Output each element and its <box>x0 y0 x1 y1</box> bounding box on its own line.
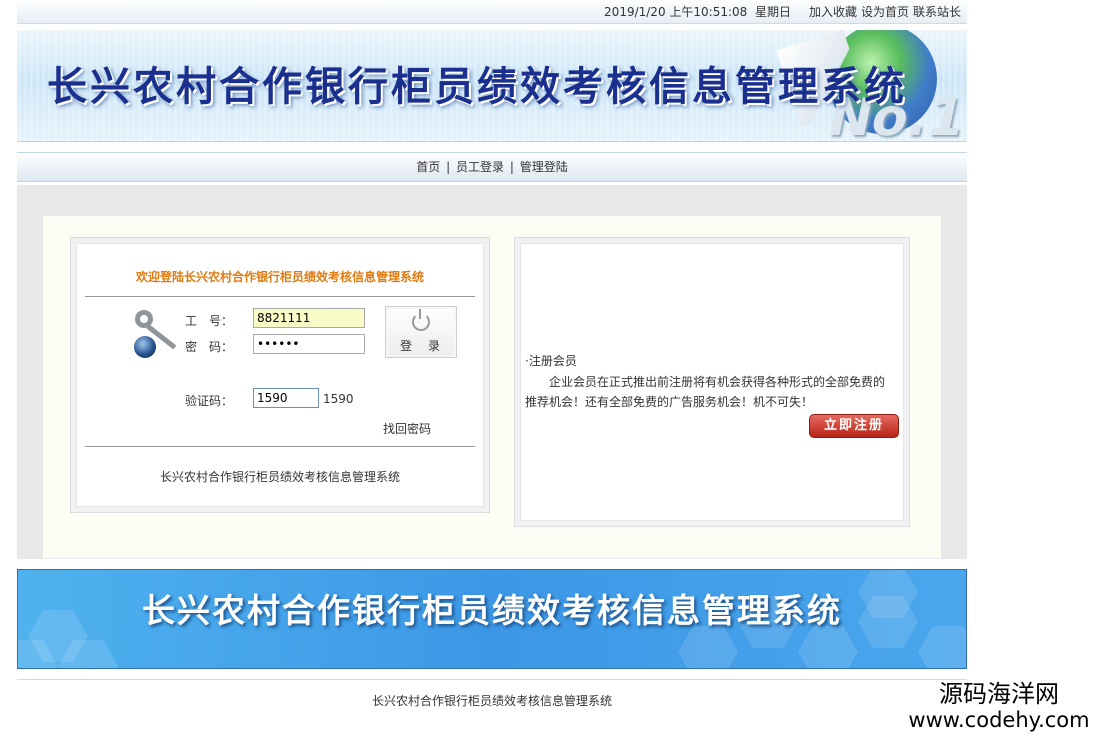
date-time-text: 2019/1/20 上午10:51:08 <box>604 5 748 19</box>
watermark: 源码海洋网 www.codehy.com <box>894 680 1104 732</box>
hex-decoration <box>798 626 858 668</box>
footer-banner-title: 长兴农村合作银行柜员绩效考核信息管理系统 <box>142 591 842 630</box>
info-box: ·注册会员 企业会员在正式推出前注册将有机会获得各种形式的全部免费的推荐机会！还… <box>514 237 910 527</box>
nav-separator: | <box>446 160 451 174</box>
add-favorite-link[interactable]: 加入收藏 <box>809 3 857 20</box>
power-icon <box>412 309 430 331</box>
watermark-url: www.codehy.com <box>908 708 1090 732</box>
info-box-inner: ·注册会员 企业会员在正式推出前注册将有机会获得各种形式的全部免费的推荐机会！还… <box>520 243 904 521</box>
header-banner: No.1 长兴农村合作银行柜员绩效考核信息管理系统 <box>17 30 967 142</box>
password-input[interactable] <box>253 334 365 354</box>
info-body: 企业会员在正式推出前注册将有机会获得各种形式的全部免费的推荐机会！还有全部免费的… <box>525 375 886 409</box>
nav-admin-login[interactable]: 管理登陆 <box>520 160 568 174</box>
login-box-inner: 欢迎登陆长兴农村合作银行柜员绩效考核信息管理系统 工 号： 密 码： 登录 <box>76 243 484 507</box>
login-button-label: 登录 <box>400 339 457 353</box>
hex-decoration <box>918 626 966 668</box>
nav-separator: | <box>509 160 514 174</box>
main-nav: 首页 | 员工登录 | 管理登陆 <box>17 152 967 182</box>
footer-banner: 长兴农村合作银行柜员绩效考核信息管理系统 <box>17 569 967 669</box>
captcha-label: 验证码： <box>185 394 234 408</box>
login-box: 欢迎登陆长兴农村合作银行柜员绩效考核信息管理系统 工 号： 密 码： 登录 <box>70 237 490 513</box>
banner-title: 长兴农村合作银行柜员绩效考核信息管理系统 <box>47 63 907 110</box>
top-bar: 2019/1/20 上午10:51:08 星期日 加入收藏 设为首页 联系站长 <box>17 0 967 24</box>
key-icon <box>132 308 182 360</box>
footer-divider <box>17 679 967 680</box>
watermark-cn: 源码海洋网 <box>939 680 1059 708</box>
login-welcome: 欢迎登陆长兴农村合作银行柜员绩效考核信息管理系统 <box>135 270 424 284</box>
nav-staff-login[interactable]: 员工登录 <box>456 160 504 174</box>
main-area: 欢迎登陆长兴农村合作银行柜员绩效考核信息管理系统 工 号： 密 码： 登录 <box>17 185 967 559</box>
password-label: 密 码： <box>185 340 234 354</box>
datetime: 2019/1/20 上午10:51:08 星期日 <box>604 3 791 20</box>
find-password-link[interactable]: 找回密码 <box>383 420 431 437</box>
key-ball <box>134 336 156 358</box>
captcha-code: 1590 <box>323 392 354 406</box>
info-title: ·注册会员 <box>525 354 577 368</box>
captcha-input[interactable] <box>253 388 319 408</box>
nav-home[interactable]: 首页 <box>416 160 440 174</box>
login-footer-text: 长兴农村合作银行柜员绩效考核信息管理系统 <box>159 470 400 484</box>
divider <box>85 296 475 297</box>
weekday-text: 星期日 <box>754 5 791 19</box>
divider <box>85 446 475 447</box>
register-button[interactable]: 立即注册 <box>809 414 899 438</box>
set-homepage-link[interactable]: 设为首页 <box>861 3 909 20</box>
content-panel: 欢迎登陆长兴农村合作银行柜员绩效考核信息管理系统 工 号： 密 码： 登录 <box>43 216 941 558</box>
username-label: 工 号： <box>185 314 234 328</box>
hex-decoration <box>678 626 738 668</box>
login-button[interactable]: 登录 <box>385 306 457 358</box>
copyright-text: 长兴农村合作银行柜员绩效考核信息管理系统 <box>371 694 612 708</box>
username-input[interactable] <box>253 308 365 328</box>
contact-webmaster-link[interactable]: 联系站长 <box>913 3 961 20</box>
